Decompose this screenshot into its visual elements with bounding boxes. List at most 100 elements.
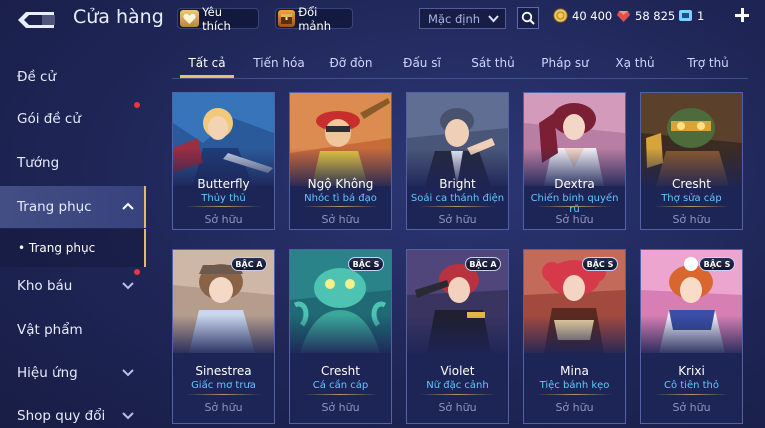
fragment-chest-icon: [278, 10, 296, 27]
sidebar-item-effects[interactable]: Hiệu ứng: [0, 352, 146, 394]
card-fade: [290, 315, 391, 355]
ruby-amount: 58 825: [635, 8, 676, 23]
search-button[interactable]: [517, 7, 539, 29]
skin-card[interactable]: Butterfly Thủy thủ Sở hữu: [172, 92, 275, 230]
top-bar: Cửa hàng Yêu thích Đổi mảnh Mặc định 40 …: [0, 0, 765, 40]
ticket-amount: 1: [697, 8, 705, 23]
sidebar-item-label: Tướng: [17, 155, 60, 171]
owned-status: Sở hữu: [204, 401, 243, 414]
skin-card[interactable]: Bright Soái ca thánh điện Sở hữu: [406, 92, 509, 230]
hero-name: Sinestrea: [195, 364, 252, 378]
sidebar-item-label: Đề cử: [17, 69, 57, 85]
skin-name: Chiến binh quyến rũ: [530, 193, 619, 215]
card-divider: [185, 394, 262, 395]
owned-status: Sở hữu: [438, 401, 477, 414]
skin-card[interactable]: Dextra Chiến binh quyến rũ Sở hữu: [523, 92, 626, 230]
owned-status: Sở hữu: [321, 401, 360, 414]
tab-support[interactable]: Trợ thủ: [677, 56, 739, 70]
sidebar-item-label: Vật phẩm: [17, 322, 83, 338]
fragment-exchange-button[interactable]: Đổi mảnh: [275, 5, 353, 33]
sidebar-item-label: Gói đề cử: [17, 111, 81, 127]
card-divider: [536, 394, 613, 395]
favorites-button[interactable]: Yêu thích: [177, 5, 259, 33]
sidebar-item-label: Hiệu ứng: [17, 365, 78, 381]
sidebar-subitem-label: • Trang phục: [18, 241, 96, 255]
card-divider: [653, 394, 730, 395]
hero-name: Mina: [560, 364, 589, 378]
sidebar-item-featured[interactable]: Đề cử: [0, 56, 146, 98]
sidebar-item-exchange-shop[interactable]: Shop quy đổi: [0, 395, 146, 428]
add-currency-button[interactable]: [735, 8, 749, 22]
heart-icon: [180, 10, 200, 27]
skin-card[interactable]: Ngộ Không Nhóc tì bá đạo Sở hữu: [289, 92, 392, 230]
category-tabs: Tất cả Tiến hóa Đỡ đòn Đấu sĩ Sát thủ Ph…: [172, 51, 748, 79]
tab-mage[interactable]: Pháp sư: [534, 56, 596, 70]
sort-dropdown[interactable]: Mặc định: [419, 8, 506, 29]
owned-status: Sở hữu: [555, 213, 594, 226]
fragments-label: Đổi mảnh: [298, 4, 332, 33]
hero-name: Cresht: [672, 177, 711, 191]
sidebar-item-skins[interactable]: Trang phục: [0, 186, 146, 228]
skin-card[interactable]: BẬC A Violet Nữ đặc cảnh Sở hữu: [406, 249, 509, 424]
skin-name: Nhóc tì bá đạo: [304, 193, 377, 204]
owned-status: Sở hữu: [204, 213, 243, 226]
hero-name: Cresht: [321, 364, 360, 378]
sidebar-item-featured-packs[interactable]: Gói đề cử: [0, 98, 146, 140]
tier-badge: BẬC S: [582, 257, 618, 271]
card-fade: [524, 315, 625, 355]
card-fade: [407, 315, 508, 355]
notification-dot: [134, 102, 140, 108]
skin-name: Cá cần cáp: [312, 380, 369, 391]
skin-name: Nữ đặc cảnh: [426, 380, 489, 391]
skin-name: Tiệc bánh kẹo: [539, 380, 610, 391]
sidebar-item-label: Trang phục: [17, 199, 92, 215]
chevron-up-icon: [122, 202, 134, 210]
owned-status: Sở hữu: [555, 401, 594, 414]
skin-card[interactable]: BẬC S Krixi Cô tiên thỏ Sở hữu: [640, 249, 743, 424]
card-divider: [536, 206, 613, 207]
skin-card[interactable]: Cresht Thợ sửa cáp Sở hữu: [640, 92, 743, 230]
sidebar-subitem-skins[interactable]: • Trang phục: [0, 229, 146, 267]
sidebar-item-label: Kho báu: [17, 278, 73, 294]
skin-card[interactable]: BẬC S Mina Tiệc bánh kẹo Sở hữu: [523, 249, 626, 424]
hero-name: Bright: [439, 177, 476, 191]
hero-name: Dextra: [554, 177, 595, 191]
tab-marksman[interactable]: Xạ thủ: [609, 56, 661, 70]
page-title: Cửa hàng: [73, 6, 164, 28]
gold-currency: 40 400: [553, 8, 612, 23]
tier-badge: BẬC S: [699, 257, 735, 271]
tab-evolution[interactable]: Tiến hóa: [248, 56, 310, 70]
search-icon: [521, 11, 535, 25]
skin-name: Thủy thủ: [201, 193, 246, 204]
hero-name: Ngộ Không: [307, 177, 374, 191]
ticket-currency: 1: [678, 8, 704, 23]
sidebar: Đề cử Gói đề cử Tướng Trang phục • Trang…: [0, 50, 146, 428]
sidebar-item-items[interactable]: Vật phẩm: [0, 309, 146, 351]
tab-tank[interactable]: Đỡ đòn: [322, 56, 380, 70]
ruby-gem-icon: [617, 11, 630, 22]
sidebar-item-heroes[interactable]: Tướng: [0, 142, 146, 184]
back-arrow-icon[interactable]: [16, 9, 58, 31]
active-tab-underline: [180, 75, 234, 78]
owned-status: Sở hữu: [672, 401, 711, 414]
skin-name: Soái ca thánh điện: [410, 193, 505, 204]
chevron-down-icon: [122, 369, 134, 377]
tab-fighter[interactable]: Đấu sĩ: [396, 56, 448, 70]
hero-name: Butterfly: [197, 177, 250, 191]
card-fade: [173, 315, 274, 355]
skin-name: Thợ sửa cáp: [661, 193, 722, 204]
sidebar-item-treasure[interactable]: Kho báu: [0, 265, 146, 307]
sort-value: Mặc định: [428, 11, 481, 26]
card-divider: [302, 394, 379, 395]
chevron-down-icon: [122, 282, 134, 290]
tab-all[interactable]: Tất cả: [178, 56, 236, 70]
ruby-currency: 58 825: [616, 8, 675, 23]
skin-card[interactable]: BẬC A Sinestrea Giấc mơ trưa Sở hữu: [172, 249, 275, 424]
tier-badge: BẬC A: [465, 257, 501, 271]
tab-assassin[interactable]: Sát thủ: [464, 56, 522, 70]
card-divider: [302, 206, 379, 207]
skin-name: Cô tiên thỏ: [663, 380, 720, 391]
card-divider: [185, 206, 262, 207]
skin-card[interactable]: BẬC S Cresht Cá cần cáp Sở hữu: [289, 249, 392, 424]
chevron-down-icon: [488, 15, 499, 23]
